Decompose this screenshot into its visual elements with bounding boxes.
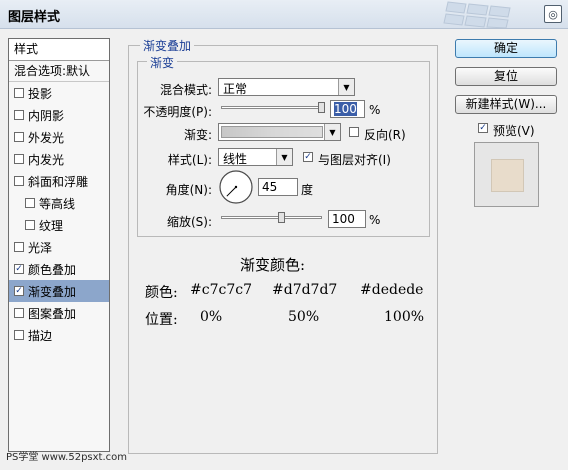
angle-unit: 度 bbox=[301, 183, 314, 197]
reverse-label[interactable]: 反向(R) bbox=[364, 126, 406, 143]
style-item[interactable]: ✓ 渐变叠加 bbox=[9, 280, 109, 302]
align-with-layer-label[interactable]: 与图层对齐(I) bbox=[318, 151, 391, 168]
color-row-label: 颜色: bbox=[145, 285, 178, 301]
style-item[interactable]: 斜面和浮雕 bbox=[9, 170, 109, 192]
gradient-label: 渐变: bbox=[183, 128, 212, 142]
title-bar: 图层样式 ◎ bbox=[0, 0, 568, 29]
chevron-down-icon: ▼ bbox=[276, 149, 292, 165]
opacity-input[interactable]: 100 bbox=[330, 100, 365, 118]
position-stop-3: 100% bbox=[384, 309, 425, 325]
close-button[interactable]: ◎ bbox=[544, 5, 562, 23]
gradient-overlay-group-title: 渐变叠加 bbox=[140, 37, 195, 54]
style-item[interactable]: 外发光 bbox=[9, 126, 109, 148]
style-item[interactable]: 光泽 bbox=[9, 236, 109, 258]
blend-mode-value: 正常 bbox=[223, 82, 248, 96]
opacity-slider-thumb[interactable] bbox=[318, 102, 325, 113]
position-stop-1: 0% bbox=[200, 309, 223, 325]
style-value: 线性 bbox=[223, 152, 248, 166]
blend-options-item[interactable]: 混合选项:默认 bbox=[9, 61, 109, 82]
style-item-checkbox[interactable] bbox=[14, 330, 24, 340]
style-preview bbox=[474, 142, 539, 207]
opacity-label: 不透明度(P): bbox=[143, 105, 212, 119]
style-item-label: 颜色叠加 bbox=[28, 262, 77, 277]
reset-button[interactable]: 复位 bbox=[455, 67, 557, 86]
style-label: 样式(L): bbox=[167, 153, 212, 167]
angle-dial[interactable] bbox=[218, 169, 254, 205]
angle-input[interactable]: 45 bbox=[258, 178, 298, 196]
style-item-label: 纹理 bbox=[39, 218, 64, 233]
watermark-text: PS学堂 www.52psxt.com bbox=[6, 452, 128, 463]
styles-header[interactable]: 样式 bbox=[9, 39, 109, 61]
color-stop-1: #c7c7c7 bbox=[190, 282, 252, 298]
preview-label[interactable]: 预览(V) bbox=[493, 122, 535, 139]
position-stop-2: 50% bbox=[288, 309, 320, 325]
style-item[interactable]: 描边 bbox=[9, 324, 109, 346]
style-item-label: 等高线 bbox=[39, 196, 76, 211]
style-item[interactable]: 纹理 bbox=[9, 214, 109, 236]
style-item-checkbox[interactable] bbox=[14, 242, 24, 252]
style-item-label: 斜面和浮雕 bbox=[28, 174, 89, 189]
color-stop-2: #d7d7d7 bbox=[272, 282, 338, 298]
style-item-checkbox[interactable] bbox=[14, 88, 24, 98]
style-item-label: 外发光 bbox=[28, 130, 65, 145]
gradient-colors-title: 渐变颜色: bbox=[240, 256, 306, 274]
scale-unit: % bbox=[369, 213, 381, 227]
scale-slider[interactable] bbox=[221, 216, 322, 219]
scale-label: 缩放(S): bbox=[166, 215, 212, 229]
align-with-layer-checkbox[interactable]: ✓ bbox=[303, 152, 313, 162]
new-style-button[interactable]: 新建样式(W)... bbox=[455, 95, 557, 114]
gradient-swatch[interactable] bbox=[221, 126, 323, 138]
color-stop-3: #dedede bbox=[360, 282, 424, 298]
style-item-checkbox[interactable] bbox=[25, 220, 35, 230]
style-item-checkbox[interactable] bbox=[14, 154, 24, 164]
opacity-unit: % bbox=[369, 103, 381, 117]
chevron-down-icon[interactable]: ▼ bbox=[324, 124, 340, 140]
style-item-label: 投影 bbox=[28, 86, 53, 101]
style-item-label: 内阴影 bbox=[28, 108, 65, 123]
style-item-checkbox[interactable] bbox=[14, 308, 24, 318]
style-item-checkbox[interactable] bbox=[14, 132, 24, 142]
title-decoration-icon bbox=[443, 1, 511, 28]
style-item[interactable]: ✓ 颜色叠加 bbox=[9, 258, 109, 280]
scale-input[interactable]: 100 bbox=[328, 210, 366, 228]
window-title: 图层样式 bbox=[8, 10, 61, 25]
opacity-slider[interactable] bbox=[221, 106, 322, 109]
style-item-label: 光泽 bbox=[28, 240, 53, 255]
style-item[interactable]: 图案叠加 bbox=[9, 302, 109, 324]
style-item[interactable]: 投影 bbox=[9, 82, 109, 104]
close-icon: ◎ bbox=[548, 7, 558, 21]
style-item-label: 图案叠加 bbox=[28, 306, 77, 321]
opacity-value: 100 bbox=[334, 102, 357, 116]
style-select[interactable]: 线性 ▼ bbox=[218, 148, 293, 166]
style-item-checkbox[interactable] bbox=[25, 198, 35, 208]
style-item[interactable]: 内发光 bbox=[9, 148, 109, 170]
style-item-checkbox[interactable] bbox=[14, 110, 24, 120]
style-item[interactable]: 等高线 bbox=[9, 192, 109, 214]
reverse-checkbox[interactable] bbox=[349, 127, 359, 137]
style-item-label: 内发光 bbox=[28, 152, 65, 167]
preview-checkbox[interactable]: ✓ bbox=[478, 123, 488, 133]
scale-slider-thumb[interactable] bbox=[277, 212, 285, 223]
style-item-checkbox[interactable]: ✓ bbox=[14, 264, 24, 274]
style-item-checkbox[interactable] bbox=[14, 176, 24, 186]
gradient-picker[interactable]: ▼ bbox=[218, 123, 341, 141]
gradient-subgroup-title: 渐变 bbox=[147, 54, 178, 71]
style-item-label: 描边 bbox=[28, 328, 53, 343]
preview-swatch bbox=[491, 159, 524, 192]
blend-mode-select[interactable]: 正常 ▼ bbox=[218, 78, 355, 96]
angle-label: 角度(N): bbox=[165, 183, 212, 197]
chevron-down-icon: ▼ bbox=[338, 79, 354, 95]
position-row-label: 位置: bbox=[145, 312, 178, 328]
layer-style-dialog: 图层样式 ◎ 样式 混合选项:默认 投影内阴影外发光内发光斜面和浮雕等高线纹理光… bbox=[0, 0, 568, 470]
blend-mode-label: 混合模式: bbox=[159, 83, 212, 97]
style-item-checkbox[interactable]: ✓ bbox=[14, 286, 24, 296]
ok-button[interactable]: 确定 bbox=[455, 39, 557, 58]
style-item-label: 渐变叠加 bbox=[28, 284, 77, 299]
styles-list: 样式 混合选项:默认 投影 内阴影 外发光 内发光 斜面和浮雕 等高线 纹理 光泽 ✓ 颜色叠加 ✓… bbox=[8, 38, 110, 452]
style-item[interactable]: 内阴影 bbox=[9, 104, 109, 126]
